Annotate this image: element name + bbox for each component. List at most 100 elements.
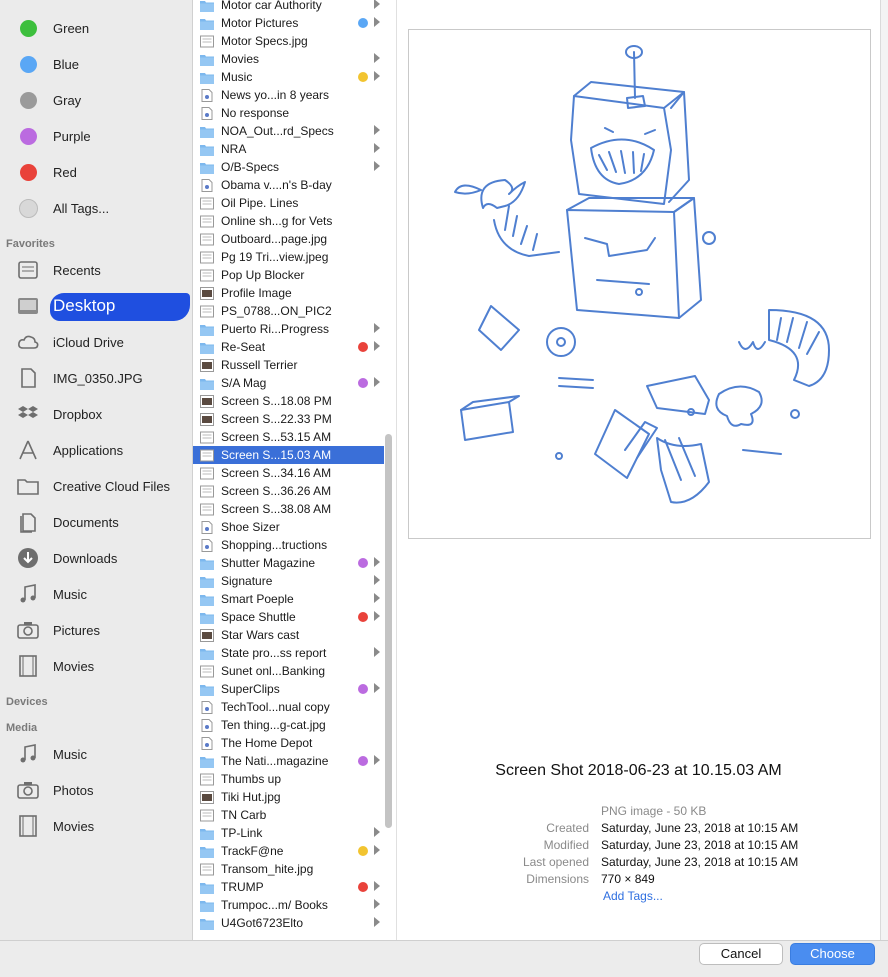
tag-item[interactable]: All Tags... <box>0 190 192 226</box>
file-icon <box>200 394 214 408</box>
favorites-item[interactable]: Applications <box>0 432 192 468</box>
file-row[interactable]: Star Wars cast <box>193 626 384 644</box>
disclosure-arrow-icon <box>374 899 380 909</box>
file-icon <box>200 467 214 480</box>
file-row[interactable]: The Nati...magazine <box>193 752 384 770</box>
favorites-item[interactable]: Dropbox <box>0 396 192 432</box>
file-row[interactable]: Signature <box>193 572 384 590</box>
file-row[interactable]: Motor car Authority <box>193 0 384 14</box>
file-name: News yo...in 8 years <box>221 88 330 102</box>
media-item[interactable]: Music <box>0 736 192 772</box>
file-name: Pop Up Blocker <box>221 268 305 282</box>
file-row[interactable]: Screen S...38.08 AM <box>193 500 384 518</box>
file-row[interactable]: Shutter Magazine <box>193 554 384 572</box>
favorites-item[interactable]: Movies <box>0 648 192 684</box>
file-row[interactable]: Thumbs up <box>193 770 384 788</box>
meta-key: Last opened <box>522 855 589 869</box>
media-item[interactable]: Photos <box>0 772 192 808</box>
folder-icon <box>200 917 214 930</box>
file-row[interactable]: Ten thing...g-cat.jpg <box>193 716 384 734</box>
file-row[interactable]: NRA <box>193 140 384 158</box>
file-row[interactable]: TN Carb <box>193 806 384 824</box>
favorites-item[interactable]: IMG_0350.JPG <box>0 360 192 396</box>
background-window-edge <box>880 0 888 940</box>
desktop-icon <box>16 294 40 318</box>
file-row[interactable]: Smart Poeple <box>193 590 384 608</box>
tag-item[interactable]: Purple <box>0 118 192 154</box>
file-list: Motor car Authority Motor Pictures Motor S… <box>193 0 384 940</box>
file-row[interactable]: Outboard...page.jpg <box>193 230 384 248</box>
favorites-item[interactable]: Creative Cloud Files <box>0 468 192 504</box>
tag-item[interactable]: Red <box>0 154 192 190</box>
favorites-item[interactable]: Music <box>0 576 192 612</box>
tag-item[interactable]: Green <box>0 10 192 46</box>
file-name: Space Shuttle <box>221 610 296 624</box>
add-tags-link[interactable]: Add Tags... <box>603 889 663 903</box>
file-row[interactable]: News yo...in 8 years <box>193 86 384 104</box>
file-row[interactable]: Russell Terrier <box>193 356 384 374</box>
file-name: Puerto Ri...Progress <box>221 322 330 336</box>
file-row[interactable]: Sunet onl...Banking <box>193 662 384 680</box>
favorites-item[interactable]: Pictures <box>0 612 192 648</box>
favorites-header: Favorites <box>6 238 55 250</box>
preview-filename: Screen Shot 2018-06-23 at 10.15.03 AM <box>495 762 782 779</box>
file-row[interactable]: Motor Pictures <box>193 14 384 32</box>
file-row[interactable]: O/B-Specs <box>193 158 384 176</box>
file-row[interactable]: TechTool...nual copy <box>193 698 384 716</box>
file-row[interactable]: SuperClips <box>193 680 384 698</box>
favorites-item[interactable]: Downloads <box>0 540 192 576</box>
file-row[interactable]: U4Got6723Elto <box>193 914 384 932</box>
file-row[interactable]: Transom_hite.jpg <box>193 860 384 878</box>
file-row[interactable]: Online sh...g for Vets <box>193 212 384 230</box>
file-row[interactable]: Screen S...15.03 AM <box>193 446 384 464</box>
file-row[interactable]: TRUMP <box>193 878 384 896</box>
file-row[interactable]: Screen S...53.15 AM <box>193 428 384 446</box>
file-row[interactable]: No response <box>193 104 384 122</box>
file-row[interactable]: Motor Specs.jpg <box>193 32 384 50</box>
file-row[interactable]: Puerto Ri...Progress <box>193 320 384 338</box>
disclosure-arrow-icon <box>374 917 380 927</box>
file-row[interactable]: Oil Pipe. Lines <box>193 194 384 212</box>
folder-icon <box>200 845 214 858</box>
favorites-item[interactable]: Desktop <box>0 288 192 324</box>
file-row[interactable]: Music <box>193 68 384 86</box>
cancel-button[interactable]: Cancel <box>699 943 783 965</box>
tag-dot <box>358 558 368 568</box>
file-row[interactable]: TP-Link <box>193 824 384 842</box>
file-row[interactable]: State pro...ss report <box>193 644 384 662</box>
file-icon <box>200 251 214 264</box>
meta-value: Saturday, June 23, 2018 at 10:15 AM <box>601 821 799 835</box>
file-row[interactable]: NOA_Out...rd_Specs <box>193 122 384 140</box>
file-row[interactable]: Screen S...18.08 PM <box>193 392 384 410</box>
file-row[interactable]: Screen S...22.33 PM <box>193 410 384 428</box>
file-row[interactable]: Profile Image <box>193 284 384 302</box>
file-row[interactable]: Movies <box>193 50 384 68</box>
file-list-scrollbar[interactable] <box>385 434 392 828</box>
tag-item[interactable]: Gray <box>0 82 192 118</box>
favorites-item[interactable]: Documents <box>0 504 192 540</box>
tag-item[interactable]: Blue <box>0 46 192 82</box>
file-row[interactable]: Pg 19 Tri...view.jpeg <box>193 248 384 266</box>
file-row[interactable]: TrackF@ne <box>193 842 384 860</box>
favorites-label: Downloads <box>53 550 118 566</box>
file-row[interactable]: Obama v....n's B-day <box>193 176 384 194</box>
favorites-item[interactable]: iCloud Drive <box>0 324 192 360</box>
file-name: Screen S...36.26 AM <box>221 484 332 498</box>
file-row[interactable]: Tiki Hut.jpg <box>193 788 384 806</box>
file-row[interactable]: The Home Depot <box>193 734 384 752</box>
file-row[interactable]: Screen S...34.16 AM <box>193 464 384 482</box>
file-row[interactable]: S/A Mag <box>193 374 384 392</box>
meta-value: Saturday, June 23, 2018 at 10:15 AM <box>601 838 799 852</box>
file-row[interactable]: Screen S...36.26 AM <box>193 482 384 500</box>
media-item[interactable]: Movies <box>0 808 192 844</box>
choose-button[interactable]: Choose <box>790 943 875 965</box>
favorites-item[interactable]: Recents <box>0 252 192 288</box>
file-row[interactable]: Re-Seat <box>193 338 384 356</box>
file-row[interactable]: Space Shuttle <box>193 608 384 626</box>
file-name: Oil Pipe. Lines <box>221 196 299 210</box>
file-row[interactable]: PS_0788...ON_PIC2 <box>193 302 384 320</box>
file-row[interactable]: Pop Up Blocker <box>193 266 384 284</box>
file-row[interactable]: Shoe Sizer <box>193 518 384 536</box>
file-row[interactable]: Trumpoc...m/ Books <box>193 896 384 914</box>
file-row[interactable]: Shopping...tructions <box>193 536 384 554</box>
